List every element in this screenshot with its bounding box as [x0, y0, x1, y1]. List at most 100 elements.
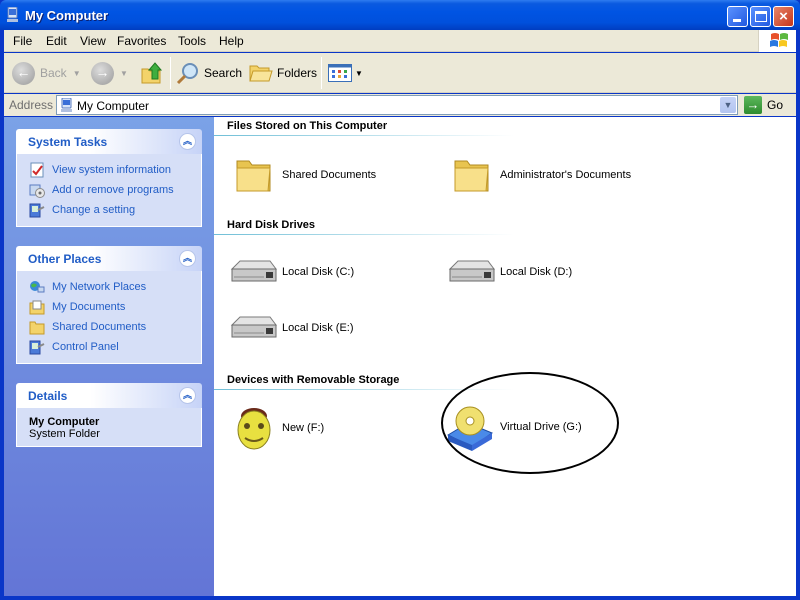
item-new-f[interactable]: New (F:) — [234, 404, 324, 452]
system-tasks-panel: System Tasks ︽ View system information A… — [16, 129, 202, 227]
place-my-documents[interactable]: My Documents — [29, 297, 189, 317]
go-button[interactable]: → Go — [744, 95, 783, 115]
item-local-disk-d[interactable]: Local Disk (D:) — [448, 257, 572, 287]
collapse-chevron-icon[interactable]: ︽ — [179, 250, 196, 267]
collapse-chevron-icon[interactable]: ︽ — [179, 133, 196, 150]
menu-edit-label: Edit — [46, 34, 67, 48]
search-button[interactable]: Search — [176, 59, 242, 87]
control-panel-icon — [29, 340, 45, 355]
address-bar: Address My Computer ▼ → Go — [4, 94, 796, 116]
menu-favorites[interactable]: Favorites — [117, 34, 166, 48]
folder-icon — [236, 160, 271, 192]
other-places-title: Other Places — [28, 252, 102, 266]
folder-icon — [454, 160, 489, 192]
forward-dropdown-icon[interactable]: ▼ — [120, 69, 128, 78]
group-header-files-stored: Files Stored on This Computer — [227, 120, 388, 132]
folders-icon — [249, 65, 273, 82]
go-arrow-icon: → — [744, 96, 762, 114]
search-label: Search — [204, 66, 243, 80]
close-icon: × — [779, 8, 788, 25]
task-view-system-information[interactable]: View system information — [29, 160, 189, 180]
search-icon — [176, 63, 198, 85]
menu-favorites-label: Favorites — [117, 34, 167, 48]
task-label: My Network Places — [52, 281, 147, 293]
minimize-icon — [733, 19, 741, 22]
group-header-removable-storage: Devices with Removable Storage — [227, 374, 400, 386]
hard-disk-icon — [448, 260, 495, 282]
task-label: Shared Documents — [52, 321, 147, 333]
file-view: Files Stored on This Computer Shared Doc… — [214, 117, 796, 596]
task-label: Change a setting — [52, 204, 136, 216]
group-header-hard-disk-drives: Hard Disk Drives — [227, 219, 316, 231]
item-label: Local Disk (D:) — [500, 266, 573, 278]
network-places-icon — [30, 281, 45, 293]
menu-view[interactable]: View — [80, 34, 106, 48]
menu-help[interactable]: Help — [219, 34, 244, 48]
toolbar: ← Back ▼ → ▼ Search Folders ▼ — [4, 53, 796, 93]
forward-arrow-icon: → — [91, 61, 114, 85]
explorer-window: My Computer × File Edit View Favorites T… — [0, 0, 800, 600]
menu-file-label: File — [13, 34, 33, 48]
forward-button[interactable]: → ▼ — [91, 59, 128, 87]
details-panel: Details ︽ My Computer System Folder — [16, 383, 202, 447]
item-local-disk-c[interactable]: Local Disk (C:) — [230, 257, 354, 287]
views-dropdown-icon[interactable]: ▼ — [355, 69, 363, 78]
task-label: Control Panel — [52, 341, 119, 353]
item-label: Shared Documents — [282, 169, 377, 181]
highlight-circle-annotation — [441, 372, 619, 474]
item-shared-documents[interactable]: Shared Documents — [234, 155, 376, 195]
hard-disk-icon — [230, 316, 277, 338]
windows-logo — [758, 30, 796, 52]
title-bar[interactable]: My Computer × — [0, 0, 800, 30]
details-type: System Folder — [29, 428, 100, 440]
system-tasks-header[interactable]: System Tasks ︽ — [16, 129, 202, 154]
my-documents-icon — [29, 300, 45, 315]
window-bottom-border — [0, 596, 800, 600]
task-pane: System Tasks ︽ View system information A… — [4, 117, 214, 596]
details-header[interactable]: Details ︽ — [16, 383, 202, 408]
menu-tools-label: Tools — [178, 34, 207, 48]
other-places-header[interactable]: Other Places ︽ — [16, 246, 202, 271]
place-shared-documents[interactable]: Shared Documents — [29, 317, 189, 337]
system-info-icon — [30, 162, 44, 178]
place-control-panel[interactable]: Control Panel — [29, 337, 189, 357]
add-remove-programs-icon — [29, 184, 45, 198]
address-label: Address — [9, 98, 54, 112]
item-label: Local Disk (C:) — [282, 266, 355, 278]
item-label: New (F:) — [282, 422, 325, 434]
folder-icon — [29, 321, 45, 335]
menu-tools[interactable]: Tools — [178, 34, 206, 48]
back-dropdown-icon[interactable]: ▼ — [73, 69, 81, 78]
back-button[interactable]: ← Back ▼ — [12, 59, 81, 87]
item-local-disk-e[interactable]: Local Disk (E:) — [230, 313, 354, 343]
menu-edit[interactable]: Edit — [46, 34, 67, 48]
item-label: Administrator's Documents — [500, 169, 632, 181]
task-label: View system information — [52, 164, 172, 176]
go-label: Go — [767, 98, 784, 112]
other-places-panel: Other Places ︽ My Network Places My Docu… — [16, 246, 202, 364]
collapse-chevron-icon[interactable]: ︽ — [179, 387, 196, 404]
address-input[interactable]: My Computer ▼ — [56, 95, 738, 115]
folders-label: Folders — [277, 66, 318, 80]
close-button[interactable]: × — [773, 6, 794, 27]
menu-help-label: Help — [219, 34, 244, 48]
menu-file[interactable]: File — [13, 34, 32, 48]
folders-button[interactable]: Folders — [249, 59, 317, 87]
back-label: Back — [40, 66, 67, 80]
system-tasks-title: System Tasks — [28, 135, 108, 149]
views-button[interactable]: ▼ — [328, 59, 363, 87]
task-label: Add or remove programs — [52, 184, 174, 196]
place-my-network-places[interactable]: My Network Places — [29, 277, 189, 297]
task-change-a-setting[interactable]: Change a setting — [29, 200, 189, 220]
item-administrators-documents[interactable]: Administrator's Documents — [452, 155, 631, 195]
up-folder-button[interactable] — [141, 59, 163, 87]
maximize-button[interactable] — [750, 6, 771, 27]
details-name: My Computer — [29, 416, 100, 428]
group-divider — [214, 234, 514, 235]
task-add-remove-programs[interactable]: Add or remove programs — [29, 180, 189, 200]
minimize-button[interactable] — [727, 6, 748, 27]
back-arrow-icon: ← — [12, 61, 35, 85]
custom-drive-face-icon — [237, 408, 271, 450]
windows-flag-icon — [770, 33, 788, 47]
address-dropdown-icon[interactable]: ▼ — [720, 97, 736, 113]
